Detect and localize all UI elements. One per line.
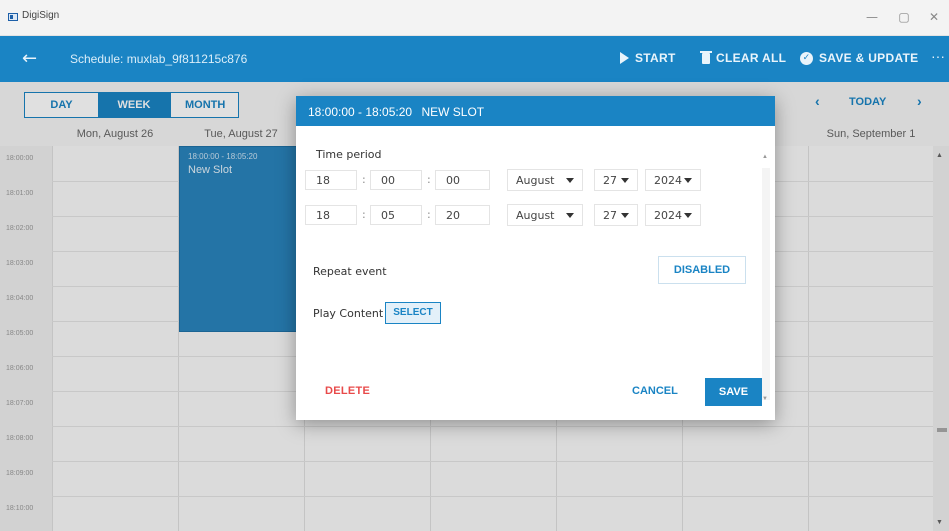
maximize-button[interactable]: ▢: [890, 6, 918, 28]
end-year-value: 2024: [654, 208, 682, 222]
chevron-down-icon: [566, 177, 574, 183]
end-hour-field[interactable]: 18: [305, 205, 357, 225]
play-content-label: Play Content: [313, 307, 384, 320]
window-titlebar: DigiSign — ▢ ✕: [0, 0, 949, 36]
select-content-button[interactable]: SELECT: [385, 302, 441, 324]
trash-icon: [700, 50, 712, 64]
start-month-value: August: [516, 173, 555, 187]
chevron-down-icon: [566, 212, 574, 218]
time-separator: :: [362, 208, 366, 221]
clear-all-label: CLEAR ALL: [716, 51, 787, 65]
play-icon: [620, 52, 629, 64]
app-toolbar: ← Schedule: muxlab_9f811215c876 START CL…: [0, 36, 949, 82]
start-button[interactable]: START: [620, 51, 676, 65]
end-month-value: August: [516, 208, 555, 222]
close-button[interactable]: ✕: [920, 6, 948, 28]
end-day-value: 27: [603, 208, 617, 222]
dialog-header: 18:00:00 - 18:05:20 NEW SLOT: [296, 96, 775, 126]
time-period-label: Time period: [316, 148, 382, 161]
check-circle-icon: ✓: [800, 51, 813, 65]
end-month-select[interactable]: August: [507, 204, 583, 226]
cancel-button[interactable]: CANCEL: [632, 385, 678, 397]
end-year-select[interactable]: 2024: [645, 204, 701, 226]
repeat-event-label: Repeat event: [313, 265, 387, 278]
start-hour-field[interactable]: 18: [305, 170, 357, 190]
end-minute-field[interactable]: 05: [370, 205, 422, 225]
schedule-title: Schedule: muxlab_9f811215c876: [70, 52, 248, 66]
app-logo-icon: [8, 13, 18, 21]
chevron-down-icon: [684, 177, 692, 183]
start-minute-field[interactable]: 00: [370, 170, 422, 190]
start-label: START: [635, 51, 676, 65]
chevron-down-icon: [621, 212, 629, 218]
chevron-down-icon: [621, 177, 629, 183]
scroll-down-icon[interactable]: ▼: [762, 396, 768, 402]
dialog-body: Time period 18 : 00 : 00 August 27 2024 …: [296, 126, 775, 420]
dialog-scrollbar[interactable]: ▲ ▼: [762, 154, 770, 402]
dialog-title: NEW SLOT: [421, 105, 485, 119]
more-options-icon[interactable]: ···: [931, 48, 945, 64]
end-second-field[interactable]: 20: [435, 205, 490, 225]
start-day-value: 27: [603, 173, 617, 187]
time-separator: :: [427, 173, 431, 186]
start-year-value: 2024: [654, 173, 682, 187]
chevron-down-icon: [684, 212, 692, 218]
start-month-select[interactable]: August: [507, 169, 583, 191]
start-day-select[interactable]: 27: [594, 169, 638, 191]
time-separator: :: [362, 173, 366, 186]
repeat-toggle-button[interactable]: DISABLED: [658, 256, 746, 284]
save-update-label: SAVE & UPDATE: [819, 51, 919, 65]
end-day-select[interactable]: 27: [594, 204, 638, 226]
scroll-up-icon[interactable]: ▲: [762, 154, 768, 160]
time-separator: :: [427, 208, 431, 221]
clear-all-button[interactable]: CLEAR ALL: [700, 50, 787, 65]
slot-dialog: 18:00:00 - 18:05:20 NEW SLOT Time period…: [296, 96, 775, 420]
save-update-button[interactable]: ✓ SAVE & UPDATE: [800, 51, 918, 65]
arrow-left-icon[interactable]: ←: [22, 48, 37, 69]
window-title: DigiSign: [22, 10, 60, 21]
save-button[interactable]: SAVE: [705, 378, 762, 406]
minimize-button[interactable]: —: [858, 6, 886, 28]
start-year-select[interactable]: 2024: [645, 169, 701, 191]
delete-button[interactable]: DELETE: [325, 385, 370, 397]
dialog-time-range: 18:00:00 - 18:05:20: [308, 105, 413, 119]
start-second-field[interactable]: 00: [435, 170, 490, 190]
